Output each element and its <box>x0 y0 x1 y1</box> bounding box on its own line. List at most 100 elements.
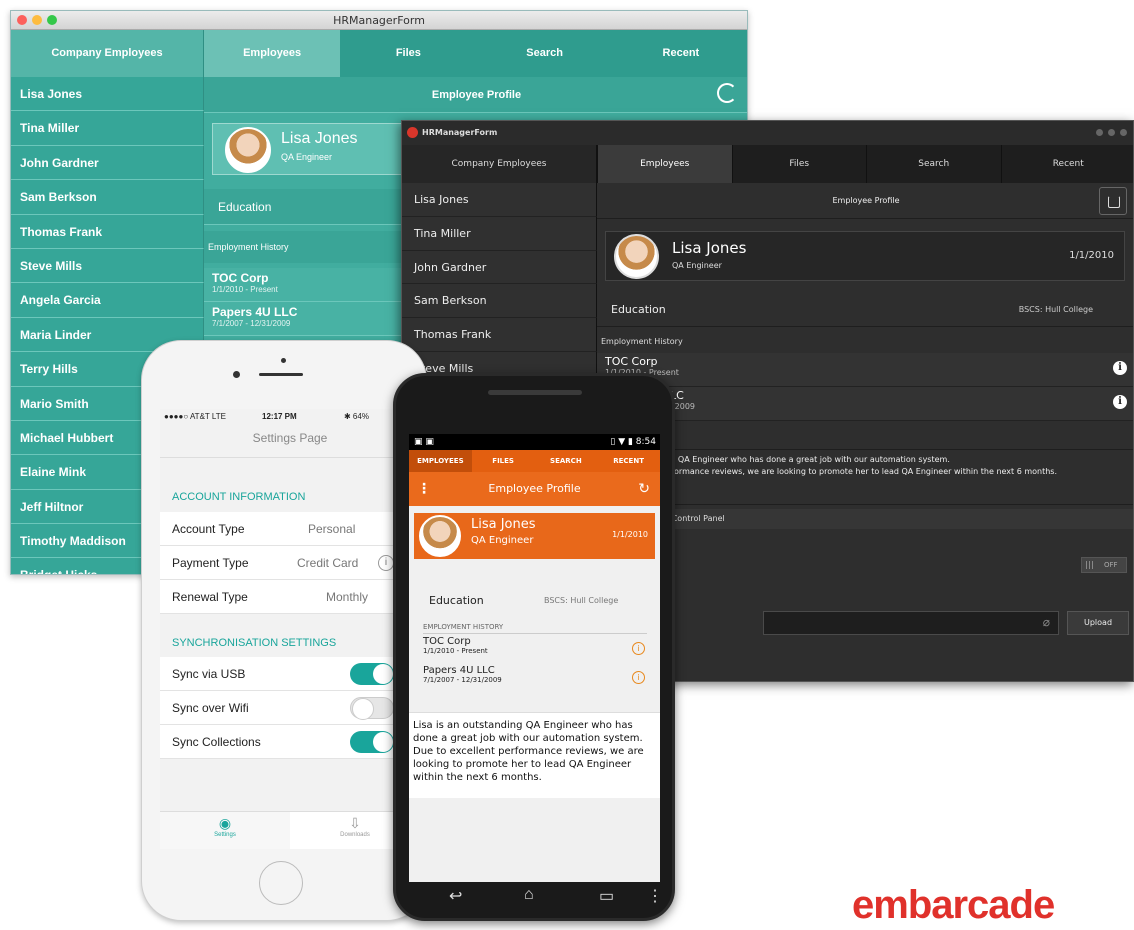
close-icon[interactable] <box>1120 129 1127 136</box>
row-value: Monthly <box>326 590 368 604</box>
android-screen: ▣ ▣ ▯ ▼ ▮ 8:54 EMPLOYEES FILES SEARCH RE… <box>409 434 660 882</box>
window-title: HRManagerForm <box>422 128 497 137</box>
window-title: HRManagerForm <box>333 14 425 27</box>
employee-role: QA Engineer <box>672 261 722 270</box>
row-label: Sync Collections <box>172 735 261 749</box>
employee-list-item[interactable]: Sam Berkson <box>402 284 597 318</box>
refresh-icon[interactable] <box>717 83 737 103</box>
minimize-icon[interactable] <box>32 15 42 25</box>
education-label: Education <box>611 303 666 316</box>
sidebar-title: Company Employees <box>11 30 204 77</box>
maximize-icon[interactable] <box>47 15 57 25</box>
tab-search[interactable]: Search <box>866 145 1001 183</box>
home-icon[interactable]: ⌂ <box>524 886 534 904</box>
speaker-grille <box>488 390 582 395</box>
employee-list-item[interactable]: John Gardner <box>402 251 597 285</box>
info-icon[interactable]: i <box>632 671 645 684</box>
sync-section-header: SYNCHRONISATION SETTINGS <box>172 637 336 649</box>
tab-files[interactable]: FILES <box>472 450 535 472</box>
avatar <box>614 234 659 279</box>
employee-list-item[interactable]: Steve Mills <box>11 249 204 283</box>
profile-title: Employee Profile <box>432 89 521 101</box>
profile-header: Employee Profile <box>204 77 748 113</box>
tab-bar: Employees Files Search Recent <box>597 145 1134 183</box>
tab-recent[interactable]: Recent <box>613 30 748 77</box>
tab-recent[interactable]: Recent <box>1001 145 1134 183</box>
history-row[interactable]: Papers 4U LLC 7/1/2007 - 12/31/2009 i <box>423 665 649 695</box>
app-logo-icon <box>407 127 418 138</box>
upload-button[interactable]: Upload <box>1067 611 1129 635</box>
maximize-icon[interactable] <box>1108 129 1115 136</box>
employee-list-item[interactable]: Lisa Jones <box>402 183 597 217</box>
window-controls <box>17 15 57 25</box>
employee-list-item[interactable]: Thomas Frank <box>11 215 204 249</box>
account-type-row[interactable]: Account Type Personal <box>160 512 420 546</box>
settings-toggle[interactable]: OFF <box>1081 557 1127 573</box>
minimize-icon[interactable] <box>1096 129 1103 136</box>
sidebar-title: Company Employees <box>402 145 597 183</box>
account-section-header: ACCOUNT INFORMATION <box>172 491 305 503</box>
close-icon[interactable] <box>17 15 27 25</box>
tab-files[interactable]: Files <box>340 30 476 77</box>
row-label: Renewal Type <box>172 590 248 604</box>
tab-search[interactable]: SEARCH <box>535 450 598 472</box>
bio-line: erformance reviews, we are looking to pr… <box>605 466 1127 478</box>
info-icon[interactable]: i <box>1113 395 1127 409</box>
history-company: Papers 4U LLC <box>423 665 649 676</box>
info-icon[interactable]: i <box>378 555 394 571</box>
history-dates: 1/1/2010 - Present <box>423 647 649 655</box>
tab-employees[interactable]: Employees <box>204 30 340 77</box>
employee-role: QA Engineer <box>471 535 533 546</box>
status-right: ▯ ▼ ▮ 8:54 <box>610 434 656 450</box>
employee-list-item[interactable]: Sam Berkson <box>11 180 204 214</box>
hire-date: 1/1/2010 <box>1069 250 1114 261</box>
employee-list-item[interactable]: John Gardner <box>11 146 204 180</box>
info-icon[interactable]: i <box>1113 361 1127 375</box>
tab-search[interactable]: Search <box>477 30 613 77</box>
sync-collections-switch[interactable] <box>350 731 394 753</box>
bottom-tab-bar: ◉ Settings ⇩ Downloads <box>160 811 420 849</box>
iphone-device: ●●●●○ AT&T LTE 12:17 PM ✱ 64% Settings P… <box>141 340 427 921</box>
education-row: Education BSCS: Hull College <box>597 293 1134 327</box>
upload-path-input[interactable]: ⌀ <box>763 611 1059 635</box>
payment-type-row[interactable]: Payment Type Credit Card i <box>160 546 420 580</box>
employee-list-item[interactable]: Lisa Jones <box>11 77 204 111</box>
refresh-icon[interactable] <box>1099 187 1127 215</box>
notification-icons: ▣ ▣ <box>414 434 434 450</box>
history-row[interactable]: TOC Corp 1/1/2010 - Present i <box>597 353 1134 387</box>
history-dates: 1/1/2010 - Present <box>605 368 1134 377</box>
employee-list-item[interactable]: Tina Miller <box>402 217 597 251</box>
tab-settings[interactable]: ◉ Settings <box>160 812 290 849</box>
history-company: TOC Corp <box>605 353 1134 368</box>
tab-files[interactable]: Files <box>732 145 867 183</box>
sync-wifi-switch[interactable] <box>350 697 394 719</box>
history-row[interactable]: TOC Corp 1/1/2010 - Present i <box>423 636 649 666</box>
row-label: Sync over Wifi <box>172 701 249 715</box>
back-icon[interactable]: ↩ <box>449 886 462 906</box>
eye-icon: ◉ <box>160 815 290 832</box>
recent-apps-icon[interactable]: ▭ <box>599 886 614 906</box>
tab-recent[interactable]: RECENT <box>597 450 660 472</box>
profile-title: Employee Profile <box>832 196 899 205</box>
info-icon[interactable]: i <box>632 642 645 655</box>
employee-list-item[interactable]: Thomas Frank <box>402 318 597 352</box>
front-camera-icon <box>233 371 240 378</box>
history-row[interactable]: Papers 4U LLC 7/1/2007 - 12/31/2009 i <box>597 387 1134 421</box>
tab-employees[interactable]: EMPLOYEES <box>409 450 472 472</box>
overflow-menu-icon[interactable]: ⋮ <box>417 472 431 506</box>
refresh-icon[interactable]: ↻ <box>638 472 650 506</box>
overflow-menu-icon[interactable]: ⋮ <box>647 886 663 906</box>
page-title: Employee Profile <box>488 482 580 495</box>
avatar <box>419 515 461 557</box>
history-dates: 7/1/2007 - 12/31/2009 <box>605 402 1134 411</box>
renewal-type-row[interactable]: Renewal Type Monthly <box>160 580 420 614</box>
android-device: ▣ ▣ ▯ ▼ ▮ 8:54 EMPLOYEES FILES SEARCH RE… <box>393 373 675 921</box>
tab-employees[interactable]: Employees <box>597 145 732 183</box>
education-label: Education <box>429 594 484 607</box>
home-button[interactable] <box>259 861 303 905</box>
employee-list-item[interactable]: Tina Miller <box>11 111 204 145</box>
sync-usb-switch[interactable] <box>350 663 394 685</box>
profile-header: Employee Profile <box>597 183 1134 219</box>
employee-name: Lisa Jones <box>471 517 536 532</box>
employee-list-item[interactable]: Angela Garcia <box>11 283 204 317</box>
